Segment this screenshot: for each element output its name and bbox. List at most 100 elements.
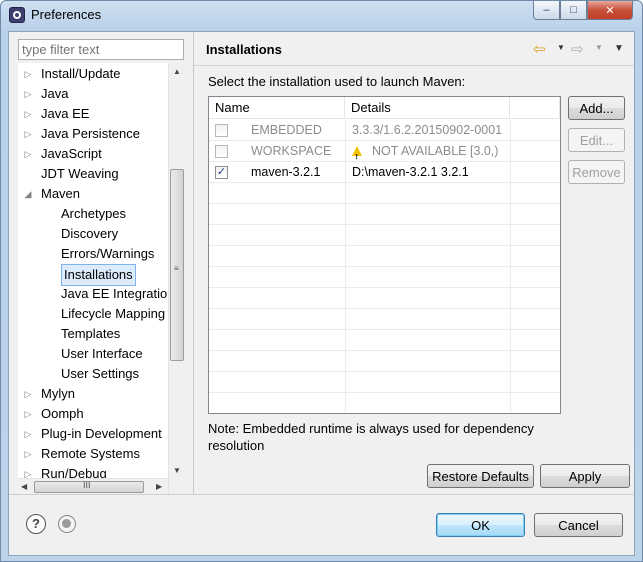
tree-item-label: Maven: [41, 186, 81, 201]
scroll-up-icon[interactable]: ▲: [173, 67, 181, 76]
expand-arrow-icon[interactable]: ▷: [23, 64, 33, 84]
column-divider: [510, 288, 511, 309]
record-macro-icon[interactable]: [58, 515, 76, 533]
tree-item-label: Oomph: [41, 406, 84, 421]
tree-item[interactable]: ▷ JavaScript: [18, 144, 102, 164]
table-row-empty: [209, 372, 560, 393]
back-arrow-icon[interactable]: ⇦: [533, 40, 546, 58]
tree-horizontal-scroll-thumb[interactable]: III: [34, 480, 144, 493]
tree-item-label: Java Persistence: [41, 126, 140, 141]
scroll-left-icon[interactable]: ◀: [21, 482, 27, 491]
footer-divider: [9, 494, 634, 495]
table-row-empty: [209, 351, 560, 372]
tree-item[interactable]: ◢ Maven: [18, 184, 81, 204]
expand-arrow-icon[interactable]: ▷: [23, 384, 33, 404]
title-bar[interactable]: Preferences – □ ✕: [1, 1, 642, 31]
expand-arrow-icon[interactable]: ▷: [23, 404, 33, 424]
expand-arrow-icon[interactable]: ◢: [23, 184, 33, 204]
apply-button[interactable]: Apply: [540, 464, 630, 488]
edit-button[interactable]: Edit...: [568, 128, 625, 152]
tree-vertical-scroll-thumb[interactable]: ≡: [170, 169, 184, 361]
column-divider: [345, 162, 346, 183]
tree-item[interactable]: ▷ Remote Systems: [18, 444, 140, 464]
window-title: Preferences: [31, 7, 102, 22]
filter-input[interactable]: [18, 39, 184, 60]
installation-details: 3.3.3/1.6.2.20150902-0001: [352, 123, 503, 137]
table-row-empty: [209, 225, 560, 246]
tree-item[interactable]: Discovery: [38, 224, 118, 244]
tree-item-label: Install/Update: [41, 66, 121, 81]
tree-item-label: Java EE: [41, 106, 90, 121]
tree-item[interactable]: ▷ Plug-in Development: [18, 424, 162, 444]
table-row[interactable]: ✓ maven-3.2.1 D:\maven-3.2.1 3.2.1: [209, 162, 560, 183]
expand-arrow-icon[interactable]: ▷: [23, 124, 33, 144]
expand-arrow-icon[interactable]: ▷: [23, 104, 33, 124]
add-button[interactable]: Add...: [568, 96, 625, 120]
tree-item[interactable]: Installations: [38, 264, 136, 286]
installation-details-cell: 3.3.3/1.6.2.20150902-0001: [352, 120, 502, 141]
tree-item[interactable]: Archetypes: [38, 204, 126, 224]
tree-item[interactable]: ▷ Java: [18, 84, 69, 104]
tree-item[interactable]: ▷ Java Persistence: [18, 124, 140, 144]
expand-arrow-icon[interactable]: ▷: [23, 144, 33, 164]
help-icon[interactable]: ?: [26, 514, 46, 534]
restore-defaults-button[interactable]: Restore Defaults: [427, 464, 534, 488]
tree-item-label: Installations: [61, 264, 136, 286]
table-row[interactable]: EMBEDDED 3.3.3/1.6.2.20150902-0001: [209, 120, 560, 141]
pane-splitter[interactable]: [193, 32, 194, 494]
column-divider: [510, 246, 511, 267]
tree-item[interactable]: ▷ Mylyn: [18, 384, 75, 404]
table-row-empty: [209, 183, 560, 204]
remove-button[interactable]: Remove: [568, 160, 625, 184]
column-header-name[interactable]: Name: [209, 97, 345, 119]
view-menu-icon[interactable]: ▼: [614, 43, 624, 54]
tree-item[interactable]: Lifecycle Mapping: [38, 304, 165, 324]
page-title: Installations: [206, 42, 282, 57]
column-divider: [510, 183, 511, 204]
column-header-details[interactable]: Details: [345, 97, 510, 119]
column-divider: [345, 330, 346, 351]
tree-vertical-scrollbar[interactable]: ▲ ≡ ▼: [168, 63, 184, 494]
column-divider: [345, 393, 346, 413]
eclipse-app-icon: [9, 7, 25, 23]
expand-arrow-icon[interactable]: ▷: [23, 84, 33, 104]
minimize-button[interactable]: –: [533, 1, 560, 20]
tree-item[interactable]: Templates: [38, 324, 120, 344]
cancel-button[interactable]: Cancel: [534, 513, 623, 537]
scroll-right-icon[interactable]: ▶: [156, 482, 162, 491]
installation-checkbox[interactable]: ✓: [215, 166, 228, 179]
column-divider: [345, 246, 346, 267]
table-row-empty: [209, 330, 560, 351]
tree-item-label: Java EE Integration: [61, 286, 175, 301]
tree-item[interactable]: Errors/Warnings: [38, 244, 154, 264]
table-row[interactable]: WORKSPACE NOT AVAILABLE [3.0,): [209, 141, 560, 168]
tree-item[interactable]: User Interface: [38, 344, 143, 364]
tree-item[interactable]: JDT Weaving: [18, 164, 119, 184]
scroll-down-icon[interactable]: ▼: [173, 466, 181, 475]
expand-arrow-icon[interactable]: ▷: [23, 444, 33, 464]
forward-menu-chevron-icon[interactable]: ▼: [595, 43, 603, 52]
dialog-client-area: ▷ Install/Update ▷ Java ▷ Java EE ▷ Java Persis…: [8, 31, 635, 556]
tree-item-label: JavaScript: [41, 146, 102, 161]
column-divider: [345, 141, 346, 162]
installation-name: maven-3.2.1: [251, 165, 321, 179]
close-button[interactable]: ✕: [587, 1, 633, 20]
maximize-button[interactable]: □: [560, 1, 587, 20]
expand-arrow-icon[interactable]: ▷: [23, 424, 33, 444]
column-divider: [510, 330, 511, 351]
tree-horizontal-scrollbar[interactable]: ◀ III ▶: [18, 478, 168, 494]
back-menu-chevron-icon[interactable]: ▼: [557, 43, 565, 52]
tree-item[interactable]: User Settings: [38, 364, 139, 384]
tree-item[interactable]: Java EE Integration: [38, 284, 174, 304]
tree-item[interactable]: ▷ Java EE: [18, 104, 90, 124]
installation-checkbox[interactable]: [215, 145, 228, 158]
tree-item[interactable]: ▷ Install/Update: [18, 64, 121, 84]
installation-details: D:\maven-3.2.1 3.2.1: [352, 165, 469, 179]
installation-checkbox[interactable]: [215, 124, 228, 137]
tree-item[interactable]: ▷ Oomph: [18, 404, 84, 424]
table-row-empty: [209, 267, 560, 288]
preferences-window: Preferences – □ ✕ ▷ Install/Update ▷ Java ▷ J…: [0, 0, 643, 562]
hscroll-grip-text: III: [83, 480, 91, 490]
forward-arrow-icon[interactable]: ⇨: [571, 40, 584, 58]
ok-button[interactable]: OK: [436, 513, 525, 537]
